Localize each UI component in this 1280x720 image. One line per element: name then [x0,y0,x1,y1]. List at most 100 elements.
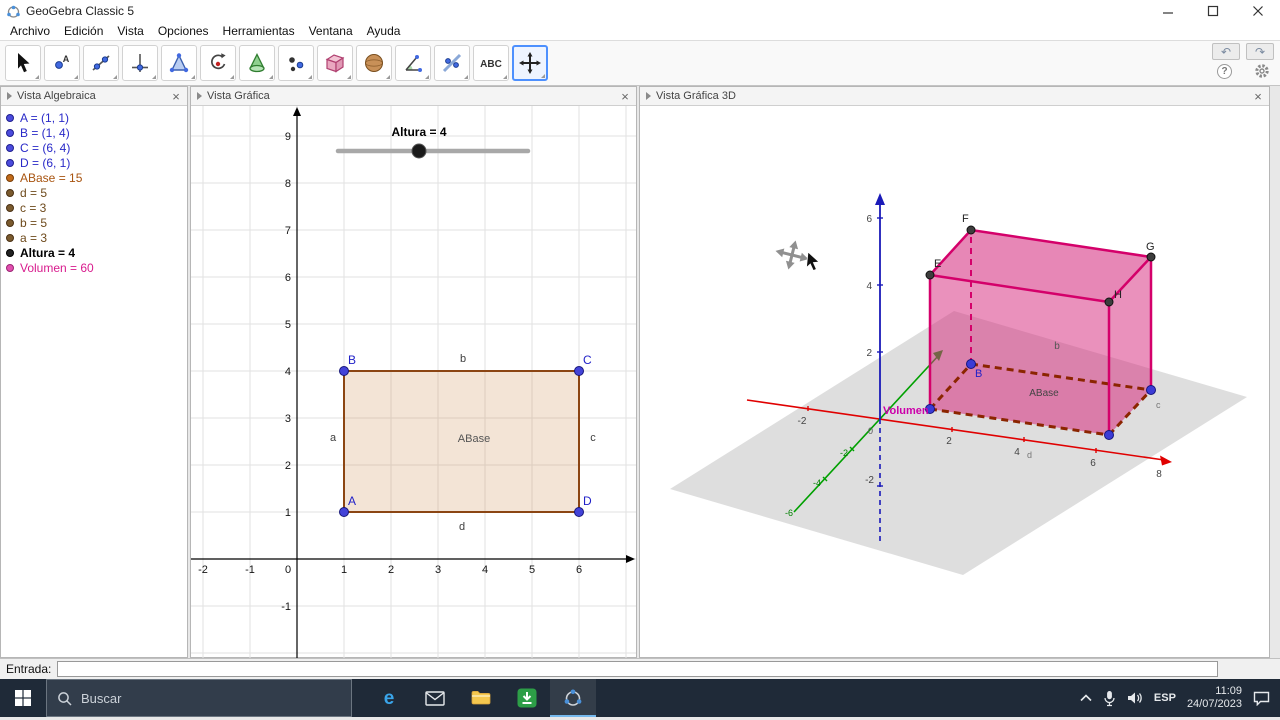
tool-line[interactable] [83,45,119,81]
tool-move-graphics-view[interactable] [512,45,548,81]
list-item[interactable]: c = 3 [1,200,187,215]
tool-perpendicular-line[interactable] [122,45,158,81]
undo-button[interactable]: ↶ [1212,43,1240,60]
tool-move[interactable] [5,45,41,81]
tool-cone[interactable] [239,45,275,81]
maximize-icon[interactable] [1190,0,1235,22]
visibility-dot[interactable] [6,233,14,242]
visibility-dot[interactable] [6,158,14,167]
panel-expand-icon[interactable] [7,92,12,100]
menu-vista[interactable]: Vista [110,23,150,39]
point-B[interactable] [339,366,349,376]
graphics-view-3d[interactable]: -2 2 4 6 8 -2 -4 -6 6 4 2 -2 0 B E F G H… [640,106,1269,658]
speaker-icon[interactable] [1127,691,1143,705]
tool-sphere[interactable] [356,45,392,81]
taskbar-search[interactable]: Buscar [46,679,352,717]
panel-expand-icon[interactable] [646,92,651,100]
microphone-icon[interactable] [1103,690,1116,707]
tool-point[interactable]: A [44,45,80,81]
close-panel-icon[interactable]: × [169,90,183,103]
tool-reflect-about-line[interactable] [434,45,470,81]
start-button[interactable] [0,679,46,717]
list-item[interactable]: a = 3 [1,230,187,245]
action-center-icon[interactable] [1253,691,1270,706]
svg-text:-1: -1 [281,601,291,613]
tool-prism[interactable] [317,45,353,81]
graphics-view-2d[interactable]: -2 -1 0 1 2 3 4 5 6 9 8 7 6 5 4 3 2 1 -1 [191,106,636,658]
menu-herramientas[interactable]: Herramientas [216,23,302,39]
list-item[interactable]: Volumen = 60 [1,260,187,275]
visibility-dot[interactable] [6,263,14,272]
visibility-dot[interactable] [6,143,14,152]
entrada-input[interactable] [57,661,1218,677]
workspace: Vista Algebraica × A = (1, 1) B = (1, 4)… [0,86,1280,658]
altura-slider[interactable]: Altura = 4 [335,125,531,159]
visibility-dot[interactable] [6,218,14,227]
visibility-dot[interactable] [6,128,14,137]
svg-text:ABase: ABase [1029,388,1059,399]
tool-angle[interactable] [395,45,431,81]
point-F-3d[interactable] [966,225,976,235]
list-item[interactable]: ABase = 15 [1,170,187,185]
tool-text[interactable]: ABC [473,45,509,81]
svg-text:b: b [460,353,466,365]
language-indicator[interactable]: ESP [1154,692,1176,704]
list-item[interactable]: C = (6, 4) [1,140,187,155]
redo-button[interactable]: ↷ [1246,43,1274,60]
panel-expand-icon[interactable] [197,92,202,100]
mouse-cursor-icon [805,251,820,272]
list-item[interactable]: d = 5 [1,185,187,200]
visibility-dot[interactable] [6,113,14,122]
tool-polygon[interactable] [161,45,197,81]
point-C[interactable] [574,366,584,376]
file-explorer-app-icon[interactable] [458,679,504,717]
green-arrow-app-icon[interactable] [504,679,550,717]
visibility-dot[interactable] [6,188,14,197]
visibility-dot[interactable] [6,173,14,182]
point-C-3d[interactable] [1146,385,1156,395]
menu-opciones[interactable]: Opciones [151,23,216,39]
algebra-panel-header[interactable]: Vista Algebraica × [1,87,187,106]
close-panel-icon[interactable]: × [1251,90,1265,103]
list-item[interactable]: Altura = 4 [1,245,187,260]
graphics-panel-header[interactable]: Vista Gráfica × [191,87,636,106]
altura-slider-knob[interactable] [411,143,427,159]
edge-app-icon[interactable]: e [366,679,412,717]
list-item[interactable]: B = (1, 4) [1,125,187,140]
prism-volumen[interactable] [925,225,1156,440]
minimize-icon[interactable] [1145,0,1190,22]
redo-icon: ↷ [1254,44,1266,59]
svg-text:7: 7 [285,225,291,237]
menu-archivo[interactable]: Archivo [3,23,57,39]
point-D[interactable] [574,507,584,517]
visibility-dot[interactable] [6,248,14,257]
clock[interactable]: 11:09 24/07/2023 [1187,685,1242,711]
hidden-icons-chevron-icon[interactable] [1080,694,1092,702]
point-A[interactable] [339,507,349,517]
mail-app-icon[interactable] [412,679,458,717]
point-E-3d[interactable] [925,270,935,280]
point-G-3d[interactable] [1146,252,1156,262]
algebra-panel-title: Vista Algebraica [17,90,96,102]
help-icon[interactable]: ? [1217,63,1232,79]
gear-icon[interactable] [1254,63,1270,79]
visibility-dot[interactable] [6,203,14,212]
tool-rotate-around-point[interactable] [200,45,236,81]
menu-ayuda[interactable]: Ayuda [360,23,408,39]
point-D-3d[interactable] [1104,430,1114,440]
close-icon[interactable] [1235,0,1280,22]
menu-edicion[interactable]: Edición [57,23,110,39]
menu-ventana[interactable]: Ventana [302,23,360,39]
rotate-view-cursor-icon [775,240,820,272]
svg-text:ABC: ABC [480,59,502,70]
list-item[interactable]: A = (1, 1) [1,110,187,125]
graphics3d-panel-header[interactable]: Vista Gráfica 3D × [640,87,1269,106]
point-H-3d[interactable] [1104,297,1114,307]
tool-point-tools[interactable] [278,45,314,81]
svg-text:-2: -2 [840,448,848,458]
close-panel-icon[interactable]: × [618,90,632,103]
list-item[interactable]: D = (6, 1) [1,155,187,170]
geogebra-app-icon[interactable] [550,679,596,717]
search-placeholder: Buscar [81,690,122,706]
list-item[interactable]: b = 5 [1,215,187,230]
